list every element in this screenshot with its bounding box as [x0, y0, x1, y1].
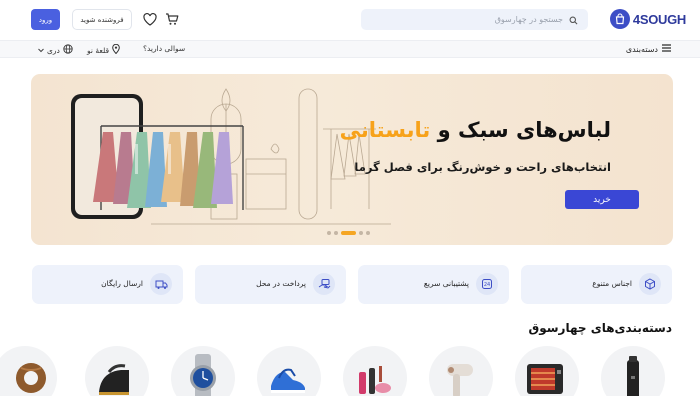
feature-label: ارسال رایگان	[101, 279, 143, 288]
support-24-icon: 24	[476, 273, 498, 295]
svg-text:24: 24	[484, 282, 490, 288]
cosmetics-icon	[359, 366, 391, 394]
categories-label: دسته‌بندی	[625, 44, 658, 54]
cart-icon[interactable]	[165, 11, 179, 30]
iron-icon	[99, 364, 129, 395]
logo-bag-icon	[609, 9, 630, 29]
slide-dot-active[interactable]	[341, 231, 356, 235]
menu-icon	[662, 44, 671, 54]
feature-label: پرداخت در محل	[256, 279, 306, 288]
shoes-icon	[271, 368, 305, 393]
truck-icon	[150, 273, 172, 295]
category-watch[interactable]	[171, 346, 235, 396]
categories-title: دسته‌بندی‌های چهارسوق	[528, 321, 672, 335]
banner-title-main: لباس‌های سبک و	[430, 118, 611, 142]
search-input[interactable]: جستجو در چهارسوق	[361, 9, 588, 30]
heart-icon[interactable]	[143, 11, 157, 30]
feature-variety: اجناس متنوع	[521, 265, 672, 304]
feature-support: 24 پشتیبانی سریع	[358, 265, 509, 304]
logo[interactable]: 4SOUGH	[609, 9, 686, 29]
slide-dot[interactable]	[366, 231, 370, 235]
logo-text: 4SOUGH	[632, 11, 686, 27]
location-label: قلعهٔ نو	[87, 45, 110, 55]
language-selector[interactable]: دری	[38, 44, 73, 56]
slide-dot[interactable]	[334, 231, 338, 235]
watch-icon	[190, 354, 216, 396]
category-heater[interactable]	[515, 346, 579, 396]
banner-title-highlight: تابستانی	[339, 118, 431, 142]
location-pin-icon	[112, 43, 120, 56]
slider-dots	[327, 231, 370, 235]
slide-dot[interactable]	[359, 231, 363, 235]
globe-icon	[63, 44, 73, 56]
feature-cod: پرداخت در محل	[195, 265, 346, 304]
category-bread[interactable]	[0, 346, 57, 396]
hair-dryer-icon	[447, 364, 473, 396]
help-link[interactable]: سوالی دارید؟	[143, 44, 185, 53]
login-button[interactable]: ورود	[31, 9, 60, 30]
heater-icon	[527, 364, 563, 394]
chevron-down-icon	[38, 46, 44, 55]
category-hair-dryer[interactable]	[429, 346, 493, 396]
cash-hand-icon	[313, 273, 335, 295]
search-placeholder: جستجو در چهارسوق	[494, 15, 563, 24]
feature-label: پشتیبانی سریع	[423, 279, 469, 288]
thermos-icon	[627, 356, 639, 396]
category-shoes[interactable]	[257, 346, 321, 396]
banner-title: لباس‌های سبک و تابستانی	[340, 118, 611, 142]
bread-icon	[16, 363, 46, 393]
language-label: دری	[47, 45, 60, 55]
become-seller-button[interactable]: فروشنده شوید	[72, 9, 132, 30]
nav-bar: دسته‌بندی سوالی دارید؟ قلعهٔ نو دری	[0, 40, 700, 58]
categories-menu[interactable]: دسته‌بندی	[626, 44, 671, 54]
search-icon	[569, 10, 578, 29]
location-selector[interactable]: قلعهٔ نو	[87, 43, 120, 56]
header: 4SOUGH جستجو در چهارسوق فروشنده شوید ورو…	[0, 0, 700, 40]
feature-shipping: ارسال رایگان	[32, 265, 183, 304]
feature-label: اجناس متنوع	[592, 279, 632, 288]
buy-button[interactable]: خرید	[565, 190, 639, 209]
category-cosmetics[interactable]	[343, 346, 407, 396]
banner-subtitle: انتخاب‌های راحت و خوش‌رنگ برای فصل گرما	[354, 160, 611, 174]
category-thermos[interactable]	[601, 346, 665, 396]
promo-banner[interactable]: لباس‌های سبک و تابستانی انتخاب‌های راحت …	[31, 74, 673, 245]
category-iron[interactable]	[85, 346, 149, 396]
slide-dot[interactable]	[327, 231, 331, 235]
box-icon	[639, 273, 661, 295]
